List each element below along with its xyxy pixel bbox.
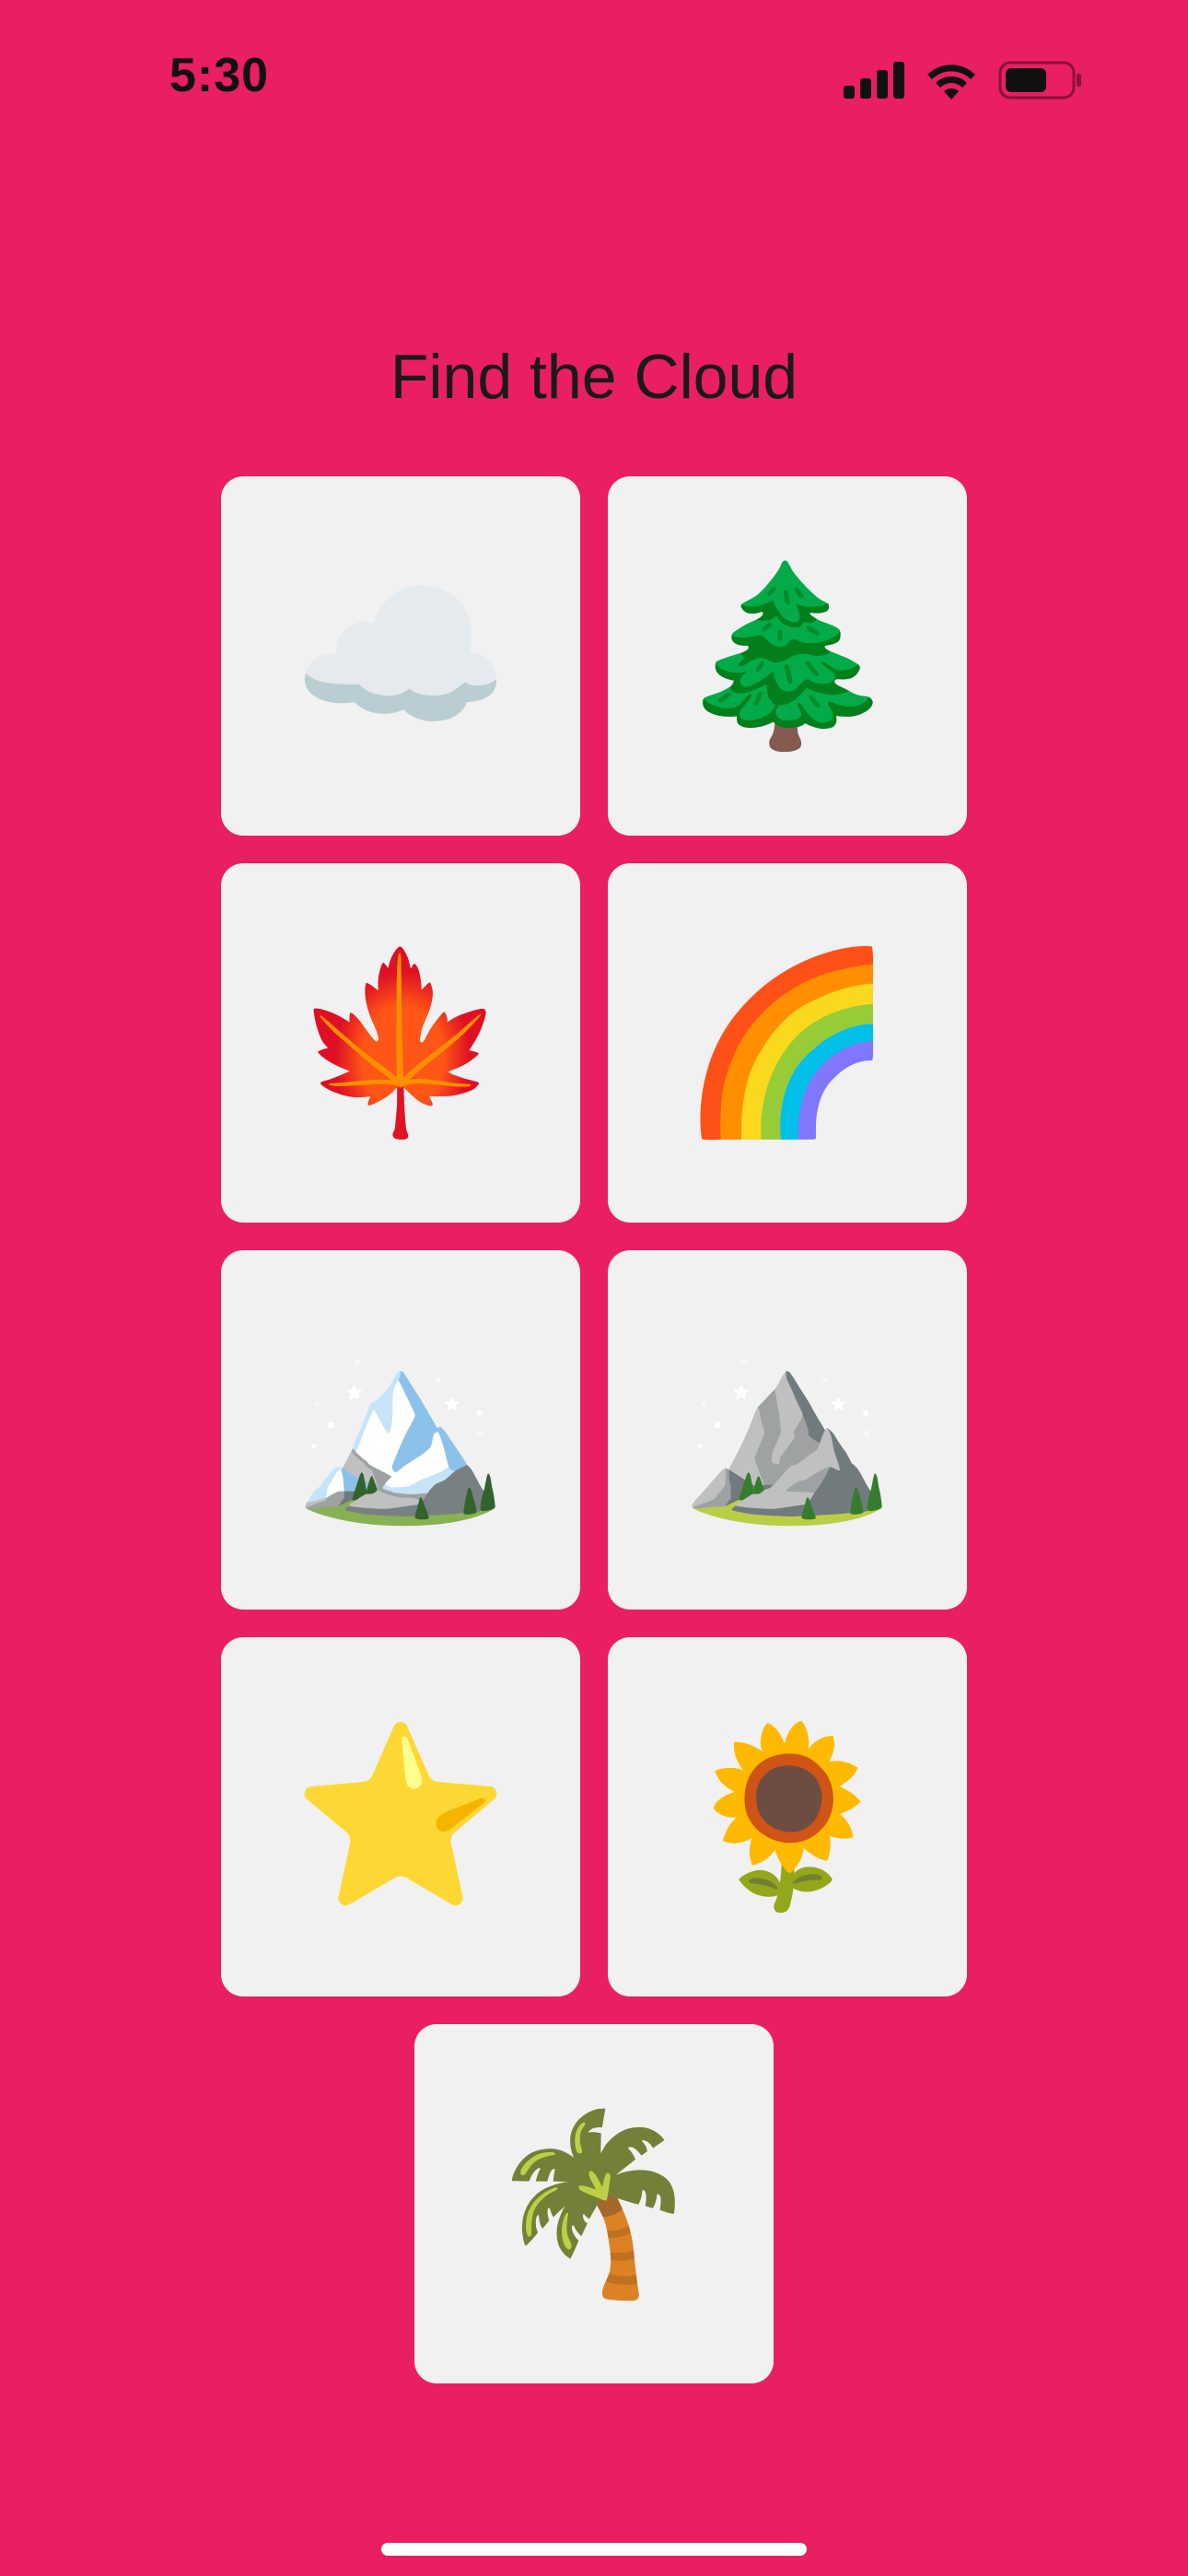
page-title: Find the Cloud [390,341,798,412]
home-indicator[interactable] [381,2543,807,2556]
mountain-icon: ⛰️ [678,1328,897,1531]
status-bar: 5:30 [0,0,1188,157]
tile-maple-leaf[interactable]: 🍁 [221,863,580,1223]
rainbow-icon: 🌈 [678,941,897,1144]
star-icon: ⭐ [291,1715,510,1918]
tile-palm-tree[interactable]: 🌴 [414,2024,774,2383]
status-time: 5:30 [169,49,270,102]
maple-leaf-icon: 🍁 [291,941,510,1144]
tile-rainbow[interactable]: 🌈 [608,863,967,1223]
cloud-icon: ☁️ [291,554,510,757]
status-icons [844,57,1083,103]
battery-icon [998,61,1083,100]
snow-capped-mountain-icon: 🏔️ [291,1328,510,1531]
evergreen-tree-icon: 🌲 [678,554,897,757]
game-screen: 5:30 Find the Cloud ☁️ 🌲 🍁 🌈 🏔️ ⛰️ ⭐ 🌻 🌴 [0,0,1188,2576]
cellular-signal-icon [844,62,904,99]
tile-star[interactable]: ⭐ [221,1637,580,1996]
tile-cloud[interactable]: ☁️ [221,476,580,836]
tile-evergreen-tree[interactable]: 🌲 [608,476,967,836]
sunflower-icon: 🌻 [678,1715,897,1918]
tile-sunflower[interactable]: 🌻 [608,1637,967,1996]
tile-snow-capped-mountain[interactable]: 🏔️ [221,1250,580,1610]
tile-mountain[interactable]: ⛰️ [608,1250,967,1610]
wifi-icon [925,61,978,100]
palm-tree-icon: 🌴 [484,2102,704,2305]
